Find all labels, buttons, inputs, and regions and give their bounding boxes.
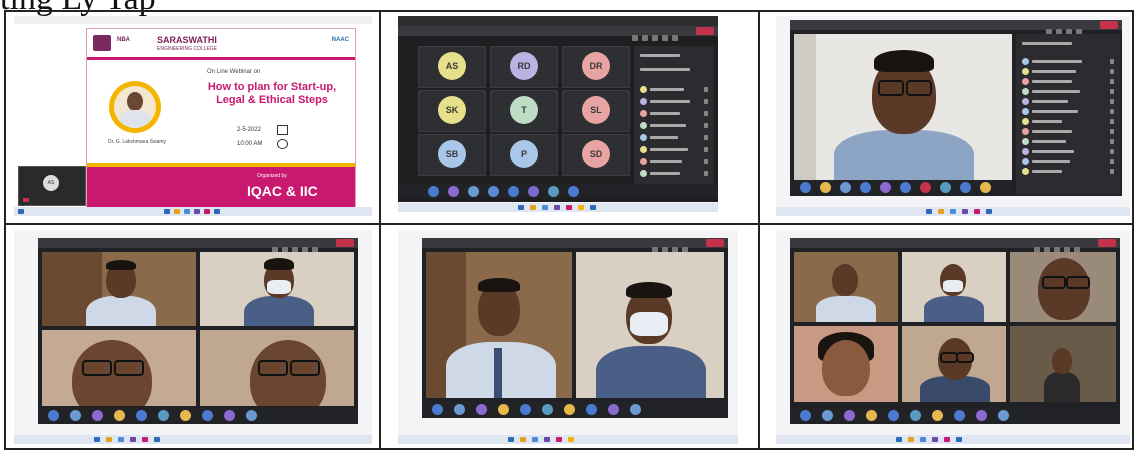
teams-window: AS RD DR SK T SL SB P SD bbox=[398, 16, 718, 202]
poster-title: How to plan for Start-up, Legal & Ethica… bbox=[207, 81, 337, 106]
collage-divider bbox=[758, 12, 760, 448]
webinar-date: 2-5-2022 bbox=[237, 127, 262, 133]
participant-tile[interactable]: SB bbox=[418, 134, 486, 176]
teams-toolbar bbox=[790, 238, 1120, 253]
participant-strip bbox=[422, 402, 728, 416]
window-titlebar bbox=[14, 16, 372, 24]
collage-divider bbox=[6, 223, 1132, 225]
avatar: SD bbox=[582, 140, 610, 168]
video-tile[interactable] bbox=[200, 330, 354, 406]
avatar: T bbox=[510, 96, 538, 124]
participant-tile[interactable]: SL bbox=[562, 90, 630, 132]
speaker-photo bbox=[114, 86, 156, 128]
participant-strip bbox=[398, 184, 718, 198]
teams-window bbox=[790, 238, 1120, 424]
video-tile[interactable] bbox=[794, 34, 1012, 180]
badge-naac: NAAC bbox=[331, 37, 349, 43]
avatar: AS bbox=[438, 52, 466, 80]
teams-titlebar bbox=[398, 16, 718, 26]
leave-button[interactable] bbox=[706, 239, 724, 247]
video-tile[interactable] bbox=[576, 252, 724, 398]
avatar: DR bbox=[582, 52, 610, 80]
participant-tile[interactable]: SK bbox=[418, 90, 486, 132]
windows-taskbar bbox=[14, 207, 372, 216]
teams-toolbar bbox=[790, 20, 1122, 35]
video-tile[interactable] bbox=[902, 326, 1006, 402]
video-tile[interactable] bbox=[42, 252, 196, 326]
avatar: RD bbox=[510, 52, 538, 80]
teams-toolbar bbox=[398, 26, 718, 41]
screenshot-collage: NBA SARASWATHI ENGINEERING COLLEGE NAAC … bbox=[4, 10, 1134, 450]
participant-strip bbox=[790, 408, 1120, 422]
poster-band bbox=[87, 57, 355, 60]
teams-toolbar bbox=[38, 238, 358, 253]
self-preview[interactable]: AS bbox=[18, 166, 86, 206]
badge-nba: NBA bbox=[117, 37, 130, 43]
participant-tile[interactable]: T bbox=[490, 90, 558, 132]
speaker-name: Dr. G. Lakshmana Swamy bbox=[107, 139, 167, 145]
screenshot-poster: NBA SARASWATHI ENGINEERING COLLEGE NAAC … bbox=[14, 16, 372, 216]
teams-window bbox=[38, 238, 358, 424]
video-tile[interactable] bbox=[200, 252, 354, 326]
video-tile[interactable] bbox=[794, 326, 898, 402]
college-subtitle: ENGINEERING COLLEGE bbox=[157, 46, 218, 52]
speaker-photo-ring bbox=[109, 81, 161, 133]
video-tile[interactable] bbox=[794, 252, 898, 322]
clock-icon bbox=[277, 139, 288, 149]
avatar: AS bbox=[43, 175, 59, 191]
leave-button[interactable] bbox=[336, 239, 354, 247]
video-tile[interactable] bbox=[426, 252, 572, 398]
windows-taskbar bbox=[776, 207, 1130, 216]
leave-button[interactable] bbox=[1100, 21, 1118, 29]
mic-off-icon[interactable] bbox=[23, 198, 29, 202]
participants-panel bbox=[634, 46, 714, 196]
college-name: SARASWATHI bbox=[157, 35, 217, 45]
calendar-icon bbox=[277, 125, 288, 135]
webinar-time: 10:00 AM bbox=[237, 141, 263, 147]
avatar: SB bbox=[438, 140, 466, 168]
collage-divider bbox=[379, 12, 381, 448]
leave-button[interactable] bbox=[1098, 239, 1116, 247]
screenshot-speaker bbox=[776, 16, 1130, 216]
participants-panel bbox=[1016, 34, 1120, 194]
poster-footer: Organized by IQAC & IIC bbox=[87, 163, 355, 209]
video-tile[interactable] bbox=[902, 252, 1006, 322]
participant-tile[interactable]: P bbox=[490, 134, 558, 176]
screenshot-gallery: AS RD DR SK T SL SB P SD bbox=[398, 16, 718, 212]
poster-slide: NBA SARASWATHI ENGINEERING COLLEGE NAAC … bbox=[86, 28, 356, 210]
windows-taskbar bbox=[776, 435, 1130, 444]
screenshot-video-grid-4 bbox=[14, 230, 372, 444]
teams-window bbox=[790, 20, 1122, 196]
poster-intro: On Line Webinar on bbox=[207, 69, 261, 75]
windows-taskbar bbox=[398, 203, 718, 212]
teams-window bbox=[422, 238, 728, 418]
poster-footer-title: IQAC & IIC bbox=[247, 183, 318, 199]
leave-button[interactable] bbox=[696, 27, 714, 35]
participant-strip bbox=[38, 408, 358, 422]
screenshot-video-grid-2 bbox=[398, 230, 738, 444]
participant-tile[interactable]: RD bbox=[490, 46, 558, 88]
college-logo-icon bbox=[93, 35, 111, 51]
avatar: SL bbox=[582, 96, 610, 124]
video-tile[interactable] bbox=[42, 330, 196, 406]
video-tile[interactable] bbox=[1010, 326, 1116, 402]
video-tile[interactable] bbox=[1010, 252, 1116, 322]
participant-tile[interactable]: SD bbox=[562, 134, 630, 176]
participant-tile[interactable]: AS bbox=[418, 46, 486, 88]
screenshot-video-grid-6 bbox=[776, 230, 1130, 444]
gallery-grid: AS RD DR SK T SL SB P SD bbox=[418, 46, 630, 176]
participant-strip bbox=[790, 180, 1012, 194]
windows-taskbar bbox=[14, 435, 372, 444]
avatar: P bbox=[510, 140, 538, 168]
participant-tile[interactable]: DR bbox=[562, 46, 630, 88]
windows-taskbar bbox=[398, 435, 738, 444]
teams-toolbar bbox=[422, 238, 728, 253]
organized-by-label: Organized by bbox=[257, 173, 287, 179]
avatar: SK bbox=[438, 96, 466, 124]
